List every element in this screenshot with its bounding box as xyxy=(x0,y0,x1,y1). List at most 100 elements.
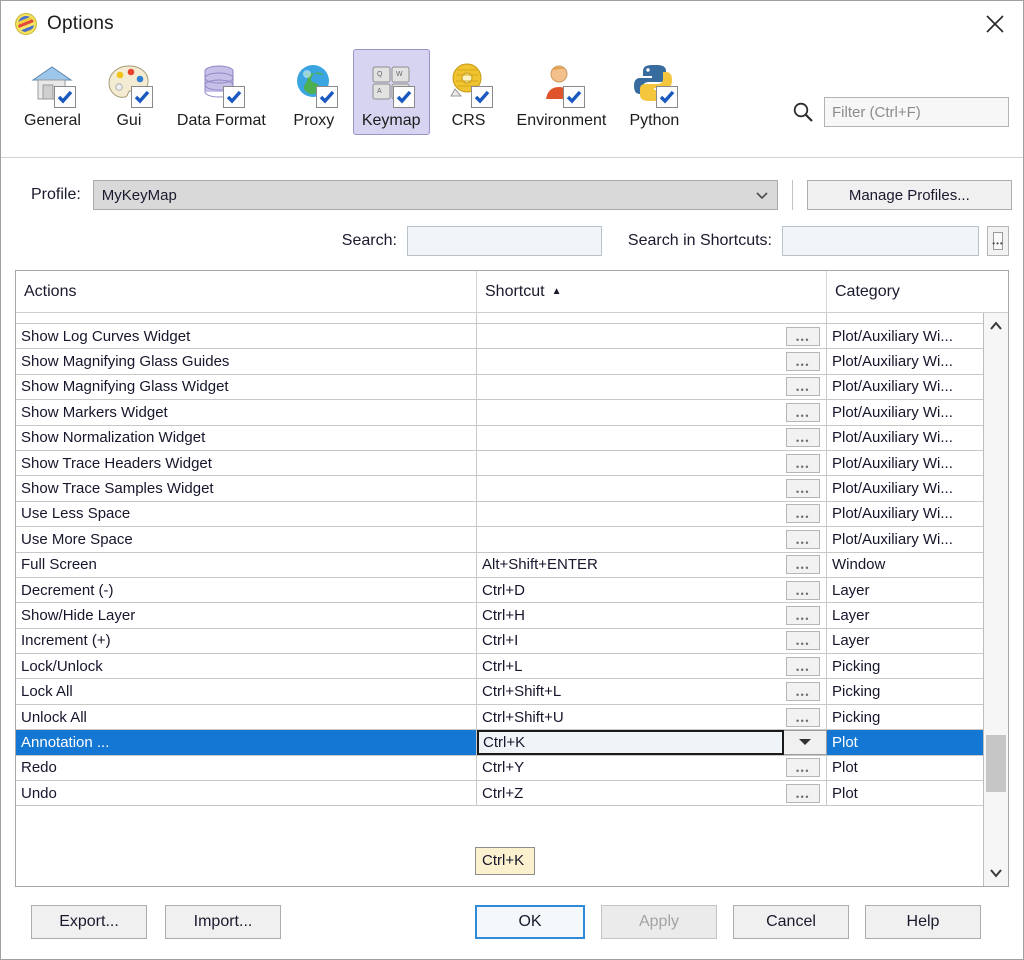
cell-edit-button[interactable]: ••• xyxy=(780,755,827,781)
cell-shortcut: Ctrl+D xyxy=(482,581,525,599)
chevron-down-icon xyxy=(756,192,768,200)
tab-proxy[interactable]: Proxy xyxy=(277,49,351,135)
cell-edit-button[interactable]: ••• xyxy=(780,374,827,400)
cell-edit-button[interactable]: ••• xyxy=(780,603,827,628)
shortcut-ellipsis-button[interactable]: ••• xyxy=(786,377,820,397)
tab-environment[interactable]: Environment xyxy=(508,49,616,135)
cell-edit-button[interactable]: ••• xyxy=(780,628,827,654)
table-row[interactable]: Show Trace Samples Widget ••• Plot/Auxilia… xyxy=(16,476,983,502)
shortcut-ellipsis-button[interactable]: ••• xyxy=(786,783,820,803)
table-row[interactable]: Show Markers Widget ••• Plot/Auxiliary Wi.… xyxy=(16,400,983,426)
cell-action: Unlock All xyxy=(16,704,477,730)
shortcut-ellipsis-button[interactable]: ••• xyxy=(786,707,820,727)
tab-crs[interactable]: CRS xyxy=(432,49,506,135)
shortcut-tooltip: Ctrl+K xyxy=(475,847,536,875)
shortcut-ellipsis-button[interactable]: ••• xyxy=(786,580,820,600)
scrollbar-thumb[interactable] xyxy=(986,734,1006,793)
cell-edit-button[interactable]: ••• xyxy=(780,781,827,806)
cancel-button[interactable]: Cancel xyxy=(733,905,849,939)
filter-input[interactable] xyxy=(824,97,1009,127)
shortcut-ellipsis-button[interactable]: ••• xyxy=(786,555,820,575)
close-button[interactable] xyxy=(967,1,1023,47)
table-row[interactable]: Increment (+) Ctrl+I ••• Layer xyxy=(16,628,983,655)
cell-edit-button[interactable]: ••• xyxy=(780,552,827,577)
column-header-category[interactable]: Category xyxy=(827,271,1008,312)
search-input[interactable] xyxy=(406,226,602,256)
keyboard-capture-button[interactable]: ••• xyxy=(987,226,1009,256)
ok-button[interactable]: OK xyxy=(475,905,585,939)
shortcut-editor-input[interactable]: Ctrl+K xyxy=(477,729,784,756)
table-row[interactable]: Redo Ctrl+Y ••• Plot xyxy=(16,755,983,782)
cell-edit-button[interactable]: ••• xyxy=(780,476,827,501)
tab-python[interactable]: Python xyxy=(617,49,691,135)
shortcut-ellipsis-button[interactable]: ••• xyxy=(786,402,820,422)
table-row[interactable]: Use Less Space ••• Plot/Auxiliary Wi... xyxy=(16,501,983,528)
import-button[interactable]: Import... xyxy=(165,905,281,939)
table-row[interactable]: Show/Hide Layer Ctrl+H ••• Layer xyxy=(16,603,983,629)
table-row[interactable]: Show Trace Headers Widget ••• Plot/Auxilia… xyxy=(16,450,983,477)
cell-edit-button[interactable]: ••• xyxy=(780,349,827,374)
table-row-partial[interactable] xyxy=(16,313,983,324)
cell-edit-button[interactable]: ••• xyxy=(780,324,827,349)
cell-category: Plot/Auxiliary Wi... xyxy=(832,480,953,498)
shortcut-ellipsis-button[interactable]: ••• xyxy=(786,656,820,676)
profile-label: Profile: xyxy=(31,186,81,203)
cell-edit-button[interactable]: ••• xyxy=(780,577,827,603)
shortcut-ellipsis-button[interactable]: ••• xyxy=(786,453,820,473)
cell-edit-button[interactable]: ••• xyxy=(780,527,827,552)
table-row[interactable]: Lock All Ctrl+Shift+L ••• Picking xyxy=(16,679,983,705)
column-header-shortcut[interactable]: Shortcut ▲ xyxy=(477,271,827,312)
table-row[interactable]: Decrement (-) Ctrl+D ••• Layer xyxy=(16,577,983,604)
cell-edit-button[interactable]: ••• xyxy=(780,704,827,730)
table-row[interactable]: Lock/Unlock Ctrl+L ••• Picking xyxy=(16,654,983,680)
table-vertical-scrollbar[interactable] xyxy=(983,313,1008,886)
table-row[interactable]: Show Normalization Widget ••• Plot/Auxilia… xyxy=(16,425,983,451)
cell-edit-button[interactable]: ••• xyxy=(780,501,827,527)
tab-proxy-label: Proxy xyxy=(293,112,335,129)
cell-edit-button[interactable]: ••• xyxy=(780,654,827,679)
cell-edit-button[interactable] xyxy=(780,313,827,323)
scrollbar-track[interactable] xyxy=(984,339,1008,860)
tab-gui[interactable]: Gui xyxy=(92,49,166,135)
tab-general[interactable]: General xyxy=(15,49,90,135)
ellipsis-icon: ••• xyxy=(796,715,810,726)
shortcut-ellipsis-button[interactable]: ••• xyxy=(786,758,820,778)
table-row[interactable]: Show Magnifying Glass Guides ••• Plot/Auxi… xyxy=(16,349,983,375)
scroll-up-button[interactable] xyxy=(984,313,1008,339)
column-header-actions[interactable]: Actions xyxy=(16,271,477,312)
help-button[interactable]: Help xyxy=(865,905,981,939)
shortcut-editor-dropdown-button[interactable] xyxy=(784,729,827,756)
cell-action: Show Magnifying Glass Guides xyxy=(16,349,477,374)
table-row[interactable]: Undo Ctrl+Z ••• Plot xyxy=(16,781,983,807)
cell-action: Show Log Curves Widget xyxy=(16,324,477,349)
table-row[interactable]: Show Magnifying Glass Widget ••• Plot/Auxi… xyxy=(16,374,983,401)
ellipsis-icon: ••• xyxy=(796,690,810,701)
manage-profiles-button[interactable]: Manage Profiles... xyxy=(806,180,1012,210)
cell-edit-button[interactable]: ••• xyxy=(780,679,827,704)
tab-environment-label: Environment xyxy=(516,112,607,129)
export-button[interactable]: Export... xyxy=(31,905,147,939)
tab-data-format[interactable]: Data Format xyxy=(168,49,275,135)
shortcut-ellipsis-button[interactable]: ••• xyxy=(786,326,820,346)
shortcut-ellipsis-button[interactable]: ••• xyxy=(786,428,820,448)
cell-edit-button[interactable]: ••• xyxy=(780,450,827,476)
shortcut-ellipsis-button[interactable]: ••• xyxy=(786,352,820,372)
table-row[interactable]: Show Log Curves Widget ••• Plot/Auxiliary … xyxy=(16,324,983,350)
table-row[interactable]: Unlock All Ctrl+Shift+U ••• Picking xyxy=(16,704,983,731)
shortcut-ellipsis-button[interactable]: ••• xyxy=(786,605,820,625)
table-row[interactable]: Use More Space ••• Plot/Auxiliary Wi... xyxy=(16,527,983,553)
cell-edit-button[interactable]: ••• xyxy=(780,425,827,450)
shortcut-editor[interactable]: Ctrl+K xyxy=(477,729,827,756)
tab-keymap[interactable]: Q W A S Keymap xyxy=(352,49,430,135)
shortcut-ellipsis-button[interactable]: ••• xyxy=(786,682,820,702)
shortcut-ellipsis-button[interactable]: ••• xyxy=(786,631,820,651)
shortcut-ellipsis-button[interactable]: ••• xyxy=(786,504,820,524)
scroll-down-button[interactable] xyxy=(984,860,1008,886)
table-row[interactable]: Full Screen Alt+Shift+ENTER ••• Window xyxy=(16,552,983,578)
cell-edit-button[interactable]: ••• xyxy=(780,400,827,425)
shortcut-ellipsis-button[interactable]: ••• xyxy=(786,479,820,499)
search-in-shortcuts-input[interactable] xyxy=(782,226,979,256)
table-row-selected[interactable]: Annotation ... Ctrl+K Plot xyxy=(16,729,983,756)
profile-combobox[interactable]: MyKeyMap xyxy=(92,180,778,210)
shortcut-ellipsis-button[interactable]: ••• xyxy=(786,529,820,549)
